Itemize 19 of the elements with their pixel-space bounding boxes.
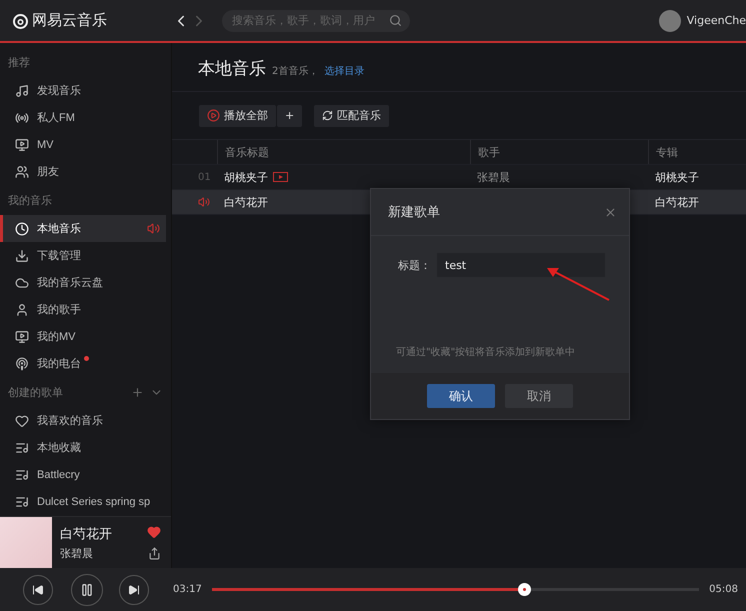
app-name: 网易云音乐 [32,11,107,30]
section-title: 创建的歌单 [8,384,63,400]
song-title: 白芍花开 [224,194,268,210]
album-cell-text: 胡桃夹子 [654,170,700,184]
total-time: 05:08 [709,584,738,595]
section-title: 推荐 [8,54,30,70]
section-title: 我的音乐 [8,192,52,208]
field-label: 标题： [398,258,431,272]
dialog-title: 新建歌单 [388,204,440,221]
artist-name: 张碧晨 [60,546,94,560]
page-title: 本地音乐 [198,58,266,80]
song-count: 2首音乐， [272,64,318,79]
hint-text: 可通过"收藏"按钮将音乐添加到新歌单中 [396,346,576,359]
song-title: 胡桃夹子 [224,170,268,184]
album-cell-text: 白芍花开 [654,194,700,210]
song-title: 白芍花开 [60,526,113,542]
artist-cell-text: 张碧晨 [476,170,511,184]
elapsed-time: 03:17 [173,584,202,595]
row-number: 01 [197,172,212,182]
